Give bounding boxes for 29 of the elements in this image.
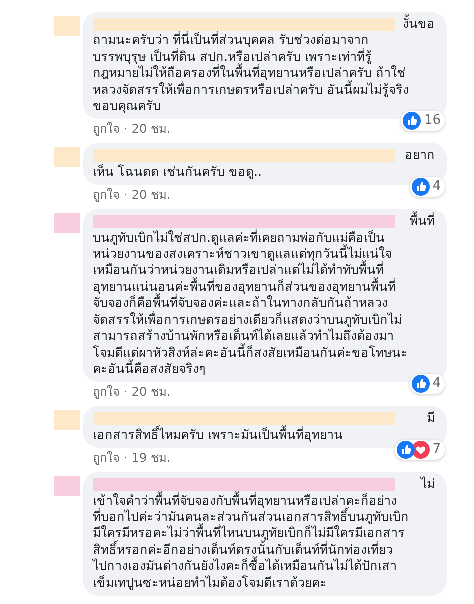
comment-text: อยาก — [405, 147, 435, 164]
comment-text: พื้นที่ — [410, 213, 435, 230]
separator-dot: · — [124, 122, 128, 136]
like-link[interactable]: ถูกใจ — [93, 188, 120, 202]
reaction-badge[interactable]: 7 — [394, 440, 445, 460]
like-link[interactable]: ถูกใจ — [93, 451, 120, 466]
like-icon — [396, 441, 415, 460]
separator-dot: · — [124, 385, 128, 400]
like-link[interactable]: ถูกใจ — [93, 122, 120, 136]
reaction-badge[interactable]: 4 — [410, 177, 445, 198]
reaction-badge[interactable]: 16 — [401, 111, 445, 132]
timestamp[interactable]: 20 ชม. — [132, 122, 171, 136]
separator-dot: · — [124, 451, 128, 466]
like-icon — [403, 112, 422, 130]
comment-text: บนภูทับเบิกไม่ใช่สปก.ดูแลค่ะที่เคยถามพ่อกับแม่คือเป็น หน่วยงานของสงเคราะห์ชาวเขาดูแลแต่ทุกวันนี้ไม่แน่ใจ เหมือนกันว่าหน่วยงานเดิมหรือเปล่าแต่ไม่ได้ทำทับพื้นที่ อุทยานแน่นอนค่ะพื้นที่ของอุทยานก็ส่วนของอุทยานพื้นที่ จับจองก็คือพื้นที่จับจองค่ะและถ้าในทางกลับกันถ้าหลวง จัดสรรให้เพื่อการเกษตรอย่างเดียวก็แสดงว่าบนภูทับเบิกไม่ สามารถสร้างบ้านพักหรือเต็นท์ได้เลยแล้วทำไมถึงต้องมา โจมตีแต่ผาหัวสิงห์ล่ะคะอันนี้ก็สงสัยเหมือนกันค่ะขอโทษนะ คะอันนี้คือสงสัยจริงๆ — [93, 230, 409, 378]
timestamp[interactable]: 20 ชม. — [132, 385, 171, 400]
comment-text: เอกสารสิทธิ์ไหมครับ เพราะมันเป็นพื้นที่อุทยาน — [93, 426, 344, 444]
like-icon — [412, 375, 430, 394]
timestamp[interactable]: 20 ชม. — [132, 188, 171, 202]
comment-text: เห็น โฉนดด เช่นกันครับ ขอดู.. — [93, 164, 264, 180]
comment-text: เข้าใจคำว่าพื้นที่จับจองกับพื้นที่อุทยานหรือเปล่าคะก็อย่าง ที่บอกไปค่ะว่ามันคนละส่วนกันส่วนเอกสารสิทธิ์บนภูทับเบิก มีใครมีหรอคะไม่ว่าพื้นที่ไหนบนภูทัยเบิกก็ไม่มีใครมีเอกสาร สิทธิ์หรอกค่ะอีกอย่างเต็นท์ตรงนั้นกับเต็นท์ที่นักท่องเที่ยว ไปกางเองมันต่างกันยังไงคะก็ซื้อได้เหมือนกันไม่ได้ปักเสา เข็มเทปูนซะหน่อยทำไมต้องโจมตีเราด้วยคะ — [93, 492, 410, 591]
separator-dot: · — [124, 188, 128, 202]
like-link[interactable]: ถูกใจ — [93, 385, 120, 400]
comment-text: มี — [427, 410, 435, 427]
like-icon — [412, 178, 430, 196]
timestamp[interactable]: 19 ชม. — [132, 451, 171, 466]
comment-text: ไม่ — [421, 476, 435, 493]
reaction-badge[interactable]: 4 — [410, 374, 445, 394]
comment-text: งั้นขอ — [403, 16, 435, 32]
